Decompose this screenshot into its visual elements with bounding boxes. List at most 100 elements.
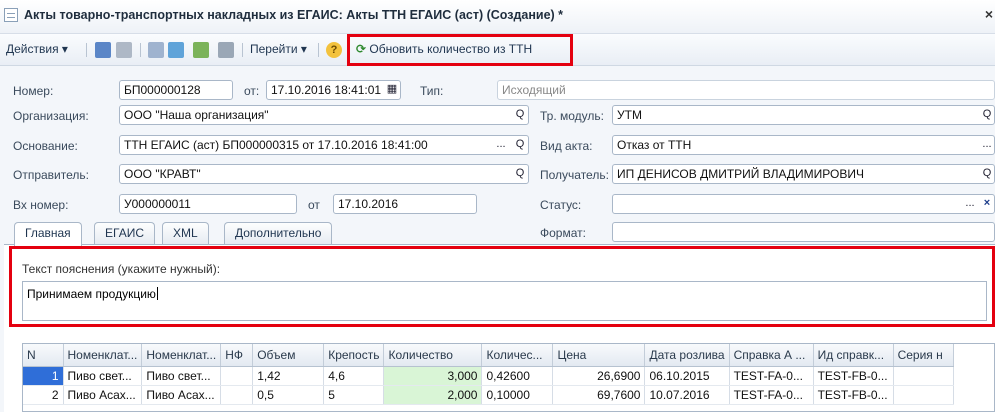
- status-field[interactable]: [612, 194, 995, 214]
- sender-field[interactable]: ООО "КРАВТ": [119, 164, 529, 184]
- number-field[interactable]: БП000000128: [119, 80, 233, 100]
- table-cell[interactable]: [220, 385, 254, 405]
- column-header[interactable]: Справка А ...: [729, 344, 814, 367]
- tab-egais[interactable]: ЕГАИС: [94, 222, 155, 244]
- toolbar-divider: [242, 43, 243, 57]
- search-icon[interactable]: Q: [512, 164, 528, 184]
- table-cell[interactable]: Пиво свет...: [63, 366, 143, 386]
- row-number-cell[interactable]: 1: [23, 366, 64, 386]
- sender-label: Отправитель:: [13, 168, 89, 182]
- table-cell[interactable]: 06.10.2015: [644, 366, 730, 386]
- table-cell[interactable]: 1,42: [252, 366, 325, 386]
- table-cell[interactable]: TEST-FA-0...: [729, 366, 814, 386]
- toolbar-divider: [86, 43, 87, 57]
- tab-additional[interactable]: Дополнительно: [224, 222, 333, 244]
- table-cell[interactable]: Пиво Асах...: [63, 385, 143, 405]
- column-header[interactable]: НФ: [220, 344, 254, 367]
- copy-icon[interactable]: [168, 42, 184, 58]
- close-icon[interactable]: ×: [985, 6, 993, 22]
- table-cell[interactable]: TEST-FB-0...: [813, 366, 894, 386]
- column-header[interactable]: Серия н: [893, 344, 954, 367]
- save-icon[interactable]: [95, 42, 111, 58]
- table-cell[interactable]: Пиво свет...: [141, 366, 222, 386]
- organization-field[interactable]: ООО "Наша организация": [119, 105, 529, 125]
- table-cell[interactable]: 10.07.2016: [644, 385, 730, 405]
- select-icon[interactable]: ...: [493, 135, 509, 155]
- tab-xml[interactable]: XML: [162, 222, 209, 244]
- receiver-label: Получатель:: [540, 168, 609, 182]
- goods-table[interactable]: N Номенклат... Номенклат... НФ Объем Кре…: [22, 343, 995, 412]
- column-header[interactable]: Номенклат...: [63, 344, 143, 367]
- export-icon[interactable]: [193, 42, 209, 58]
- column-header[interactable]: Дата розлива: [644, 344, 730, 367]
- quantity-cell[interactable]: 3,000: [383, 366, 483, 386]
- column-header[interactable]: Номенклат...: [141, 344, 222, 367]
- table-cell[interactable]: TEST-FB-0...: [813, 385, 894, 405]
- in-number-field[interactable]: У000000011: [119, 194, 297, 214]
- actions-menu[interactable]: Действия ▾: [6, 42, 68, 56]
- list-icon[interactable]: [148, 42, 164, 58]
- table-cell[interactable]: 69,7600: [552, 385, 646, 405]
- column-header[interactable]: Цена: [552, 344, 646, 367]
- in-number-label: Вх номер:: [13, 198, 69, 212]
- table-cell[interactable]: Пиво Асах...: [141, 385, 222, 405]
- select-icon[interactable]: ...: [979, 135, 995, 155]
- tab-main[interactable]: Главная: [14, 222, 82, 246]
- toolbar: Действия ▾ Перейти ▾ ? ⟳ Обновить количе…: [0, 34, 995, 66]
- table-cell[interactable]: [893, 366, 954, 386]
- refresh-icon: ⟳: [356, 42, 367, 56]
- refresh-quantity-button[interactable]: ⟳ Обновить количество из ТТН: [356, 42, 532, 56]
- select-icon[interactable]: ...: [962, 194, 978, 214]
- column-header[interactable]: Количество: [383, 344, 483, 367]
- table-cell[interactable]: 0,42600: [481, 366, 554, 386]
- column-header[interactable]: N: [23, 344, 64, 367]
- status-label: Статус:: [540, 198, 582, 212]
- table-cell[interactable]: [220, 366, 254, 386]
- search-icon[interactable]: Q: [979, 105, 995, 125]
- calendar-icon[interactable]: ▦: [384, 80, 400, 100]
- table-cell[interactable]: 0,5: [252, 385, 325, 405]
- table-cell[interactable]: 4,6: [323, 366, 385, 386]
- table-header-row: N Номенклат... Номенклат... НФ Объем Кре…: [23, 344, 954, 367]
- goto-label: Перейти: [250, 42, 298, 56]
- toolbar-divider: [348, 43, 349, 57]
- search-icon[interactable]: Q: [512, 135, 528, 155]
- goto-menu[interactable]: Перейти ▾: [250, 42, 307, 56]
- table-cell[interactable]: [893, 385, 954, 405]
- in-date-field[interactable]: 17.10.2016: [333, 194, 477, 214]
- table-row[interactable]: 2 Пиво Асах... Пиво Асах... 0,5 5 2,000 …: [23, 385, 954, 405]
- table-cell[interactable]: 5: [323, 385, 385, 405]
- actions-label: Действия: [6, 42, 59, 56]
- basis-field[interactable]: ТТН ЕГАИС (аст) БП000000315 от 17.10.201…: [119, 135, 529, 155]
- number-label: Номер:: [13, 84, 54, 98]
- quantity-cell[interactable]: 2,000: [383, 385, 483, 405]
- trmodule-label: Тр. модуль:: [540, 109, 604, 123]
- search-icon[interactable]: Q: [979, 164, 995, 184]
- table-cell[interactable]: TEST-FA-0...: [729, 385, 814, 405]
- search-icon[interactable]: Q: [512, 105, 528, 125]
- print-icon[interactable]: [218, 42, 234, 58]
- in-date-from-label: от: [308, 198, 320, 212]
- format-field[interactable]: [612, 222, 995, 242]
- type-field: Исходящий: [497, 80, 995, 100]
- explanation-field[interactable]: Принимаем продукцию: [22, 281, 987, 321]
- act-type-field[interactable]: Отказ от ТТН: [612, 135, 995, 155]
- table-cell[interactable]: 0,10000: [481, 385, 554, 405]
- refresh-quantity-label: Обновить количество из ТТН: [369, 42, 533, 56]
- trmodule-field[interactable]: УТМ: [612, 105, 995, 125]
- toolbar-divider: [140, 43, 141, 57]
- act-type-label: Вид акта:: [540, 139, 593, 153]
- help-icon[interactable]: ?: [326, 42, 342, 58]
- column-header[interactable]: Крепость: [323, 344, 385, 367]
- table-cell[interactable]: 26,6900: [552, 366, 646, 386]
- clear-icon[interactable]: ×: [979, 194, 995, 214]
- receiver-field[interactable]: ИП ДЕНИСОВ ДМИТРИЙ ВЛАДИМИРОВИЧ: [612, 164, 995, 184]
- post-icon[interactable]: [116, 42, 132, 58]
- column-header[interactable]: Количес...: [481, 344, 554, 367]
- date-field[interactable]: 17.10.2016 18:41:01: [266, 80, 401, 100]
- column-header[interactable]: Объем: [252, 344, 325, 367]
- column-header[interactable]: Ид справк...: [813, 344, 894, 367]
- table-row[interactable]: 1 Пиво свет... Пиво свет... 1,42 4,6 3,0…: [23, 366, 954, 386]
- format-label: Формат:: [540, 226, 586, 240]
- row-number-cell[interactable]: 2: [23, 385, 64, 405]
